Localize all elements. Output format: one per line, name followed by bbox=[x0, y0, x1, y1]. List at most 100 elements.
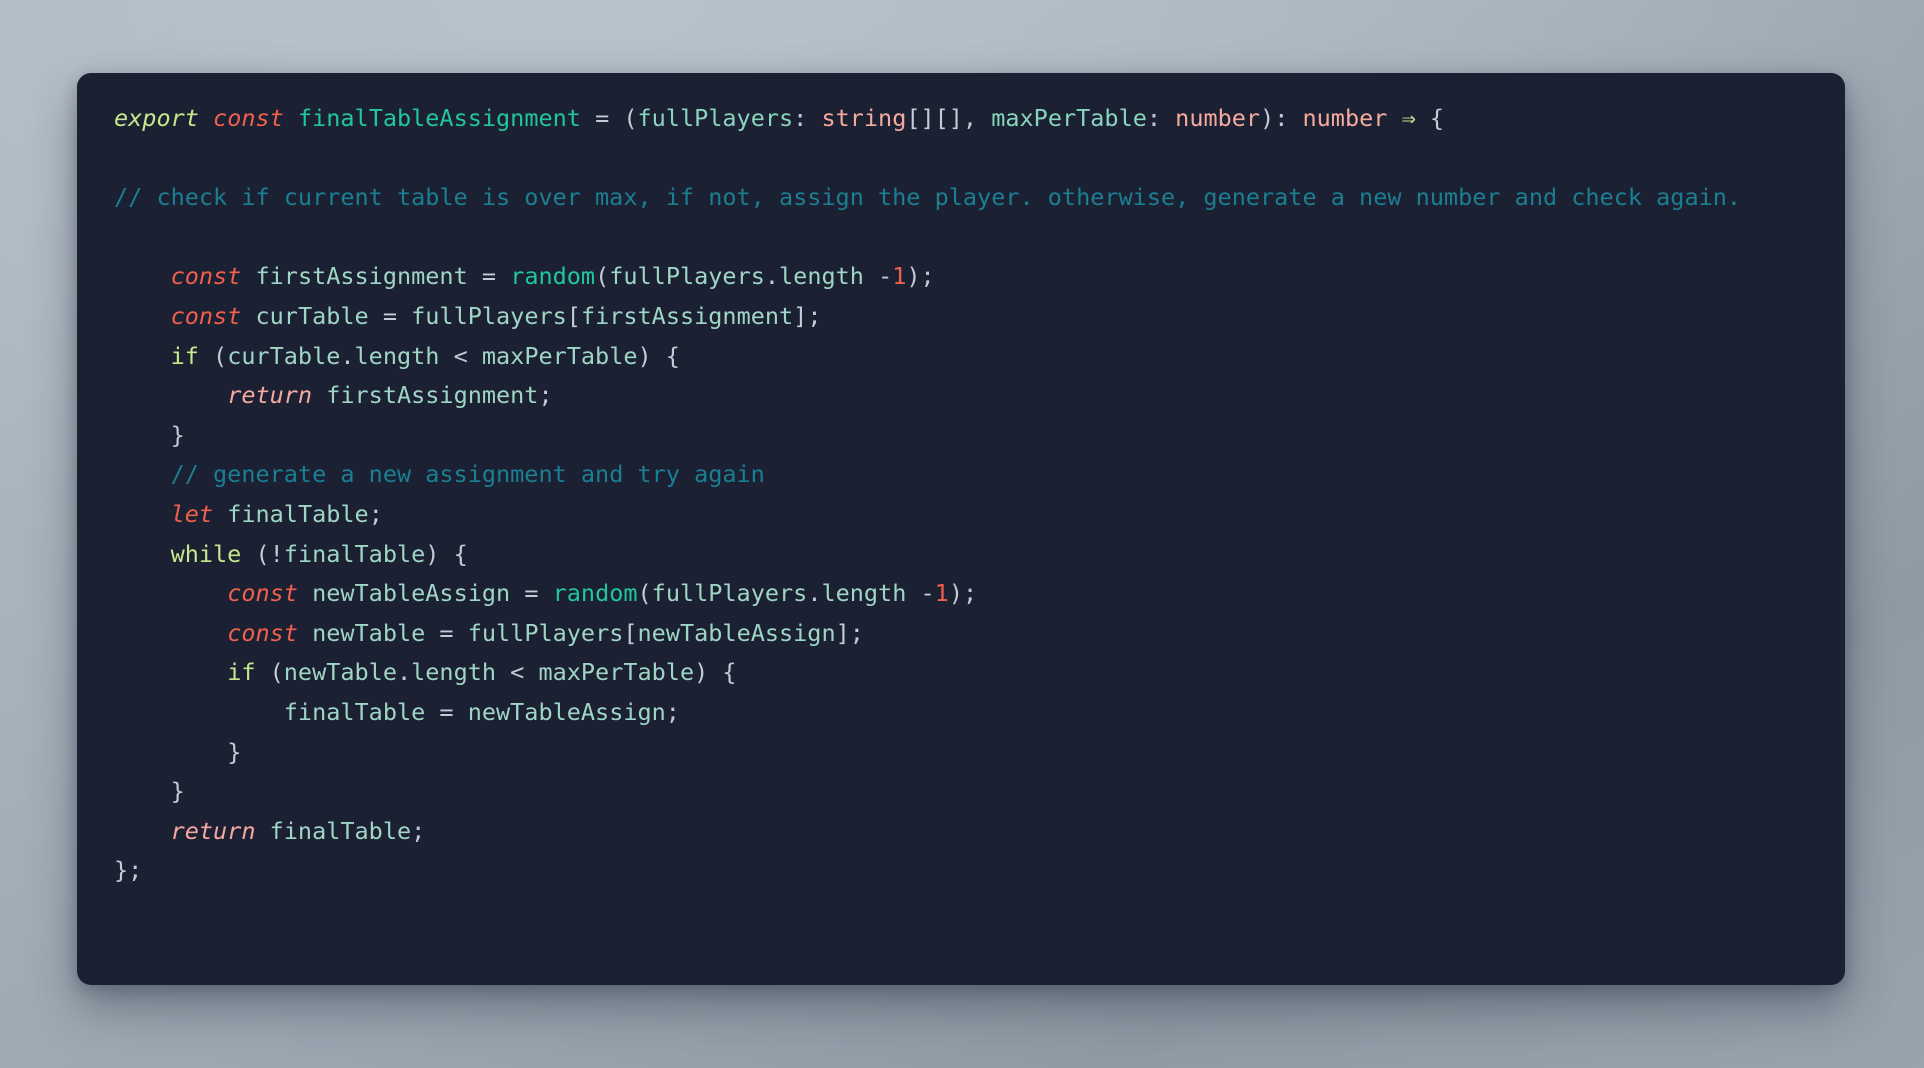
code-token-identifier: newTableAssign bbox=[467, 697, 666, 726]
code-token-keyword-declaration: const bbox=[213, 104, 284, 132]
code-token-function-name: random bbox=[510, 262, 596, 291]
code-token-punctuation bbox=[199, 104, 213, 132]
code-token-keyword-export: export bbox=[114, 104, 199, 132]
code-token-punctuation bbox=[241, 302, 255, 330]
code-token-punctuation: ); bbox=[948, 579, 978, 608]
code-token-parameter: fullPlayers bbox=[637, 104, 794, 132]
code-token-keyword-control: while bbox=[170, 539, 242, 568]
code-token-identifier: newTableAssign bbox=[312, 579, 511, 608]
code-line: export const finalTableAssignment = (ful… bbox=[114, 99, 1815, 139]
code-token-identifier: newTable bbox=[283, 658, 397, 687]
code-token-punctuation: < bbox=[496, 658, 539, 687]
code-token-identifier: curTable bbox=[255, 301, 369, 330]
code-token-punctuation bbox=[298, 619, 312, 647]
code-token-punctuation: . bbox=[764, 262, 780, 291]
code-token-punctuation: }; bbox=[114, 856, 143, 885]
code-token-punctuation: ; bbox=[411, 816, 426, 845]
code-token-keyword-control: if bbox=[227, 658, 256, 687]
code-token-punctuation: = bbox=[368, 301, 412, 330]
code-token-identifier: length bbox=[354, 341, 440, 370]
code-token-punctuation bbox=[255, 817, 269, 845]
code-block[interactable]: export const finalTableAssignment = (ful… bbox=[114, 99, 1815, 891]
code-token-punctuation: : bbox=[793, 104, 822, 132]
code-token-parameter: maxPerTable bbox=[991, 104, 1147, 132]
code-token-keyword-declaration: const bbox=[170, 262, 242, 291]
code-token-identifier: newTableAssign bbox=[637, 618, 836, 647]
code-token-punctuation bbox=[298, 579, 312, 607]
code-token-comment: // check if current table is over max, i… bbox=[114, 183, 1742, 212]
code-token-punctuation: ( bbox=[595, 262, 610, 291]
code-token-punctuation: ); bbox=[906, 262, 935, 291]
code-token-comment: // generate a new assignment and try aga… bbox=[170, 460, 765, 489]
code-token-identifier: fullPlayers bbox=[467, 618, 624, 647]
code-token-keyword-return: return bbox=[227, 381, 313, 410]
code-token-punctuation: . bbox=[340, 341, 355, 370]
code-token-keyword-declaration: const bbox=[227, 618, 298, 647]
code-token-punctuation: : bbox=[1146, 104, 1176, 132]
code-token-punctuation: - bbox=[863, 262, 893, 291]
code-token-keyword-control: if bbox=[170, 341, 199, 370]
code-line: while (!finalTable) { bbox=[114, 535, 1815, 575]
code-token-punctuation bbox=[284, 104, 298, 132]
code-token-punctuation: = ( bbox=[580, 104, 638, 132]
code-token-punctuation: ; bbox=[538, 381, 553, 410]
code-token-punctuation bbox=[213, 500, 227, 528]
code-line: finalTable = newTableAssign; bbox=[114, 693, 1815, 733]
code-token-punctuation: = bbox=[425, 697, 468, 726]
code-token-punctuation bbox=[1387, 104, 1401, 132]
code-token-identifier: maxPerTable bbox=[481, 341, 638, 370]
code-line: return finalTable; bbox=[114, 812, 1815, 852]
code-token-punctuation: ; bbox=[665, 697, 680, 726]
code-token-punctuation: } bbox=[170, 777, 185, 806]
code-line: } bbox=[114, 733, 1815, 773]
code-token-punctuation: (! bbox=[241, 539, 284, 568]
code-line: // check if current table is over max, i… bbox=[114, 178, 1815, 218]
code-token-number: 1 bbox=[892, 262, 907, 291]
code-line: if (newTable.length < maxPerTable) { bbox=[114, 653, 1815, 693]
code-token-identifier: fullPlayers bbox=[411, 301, 567, 330]
code-token-type: number bbox=[1302, 104, 1388, 132]
code-token-keyword-return: return bbox=[170, 816, 256, 845]
code-line: // generate a new assignment and try aga… bbox=[114, 455, 1815, 495]
code-token-identifier: length bbox=[411, 658, 497, 687]
code-token-punctuation: [][], bbox=[906, 104, 992, 132]
code-line: const newTableAssign = random(fullPlayer… bbox=[114, 574, 1815, 614]
code-token-punctuation: ): bbox=[1260, 104, 1303, 132]
code-token-identifier: firstAssignment bbox=[255, 262, 468, 291]
code-line: if (curTable.length < maxPerTable) { bbox=[114, 337, 1815, 377]
code-token-punctuation: ( bbox=[255, 658, 284, 687]
code-line: const curTable = fullPlayers[firstAssign… bbox=[114, 297, 1815, 337]
code-line: } bbox=[114, 416, 1815, 456]
code-token-punctuation: ( bbox=[198, 341, 228, 370]
code-token-identifier: firstAssignment bbox=[326, 381, 539, 410]
code-token-identifier: fullPlayers bbox=[609, 262, 765, 291]
code-token-punctuation: ) { bbox=[425, 539, 468, 568]
code-line: } bbox=[114, 772, 1815, 812]
code-token-punctuation: [ bbox=[566, 301, 581, 330]
code-line: return firstAssignment; bbox=[114, 376, 1815, 416]
code-token-punctuation: = bbox=[425, 618, 468, 647]
code-token-punctuation: [ bbox=[623, 618, 638, 647]
code-token-keyword-declaration: const bbox=[227, 579, 298, 608]
code-token-punctuation: ( bbox=[637, 579, 652, 608]
code-token-identifier: firstAssignment bbox=[580, 301, 794, 330]
code-token-punctuation: ]; bbox=[793, 301, 822, 330]
code-token-identifier: finalTable bbox=[283, 697, 426, 726]
code-token-punctuation: } bbox=[170, 420, 185, 449]
code-line: let finalTable; bbox=[114, 495, 1815, 535]
code-token-punctuation: = bbox=[467, 262, 511, 291]
code-token-identifier: fullPlayers bbox=[651, 579, 808, 608]
code-token-identifier: maxPerTable bbox=[538, 658, 695, 687]
code-token-punctuation: ) { bbox=[694, 658, 737, 687]
